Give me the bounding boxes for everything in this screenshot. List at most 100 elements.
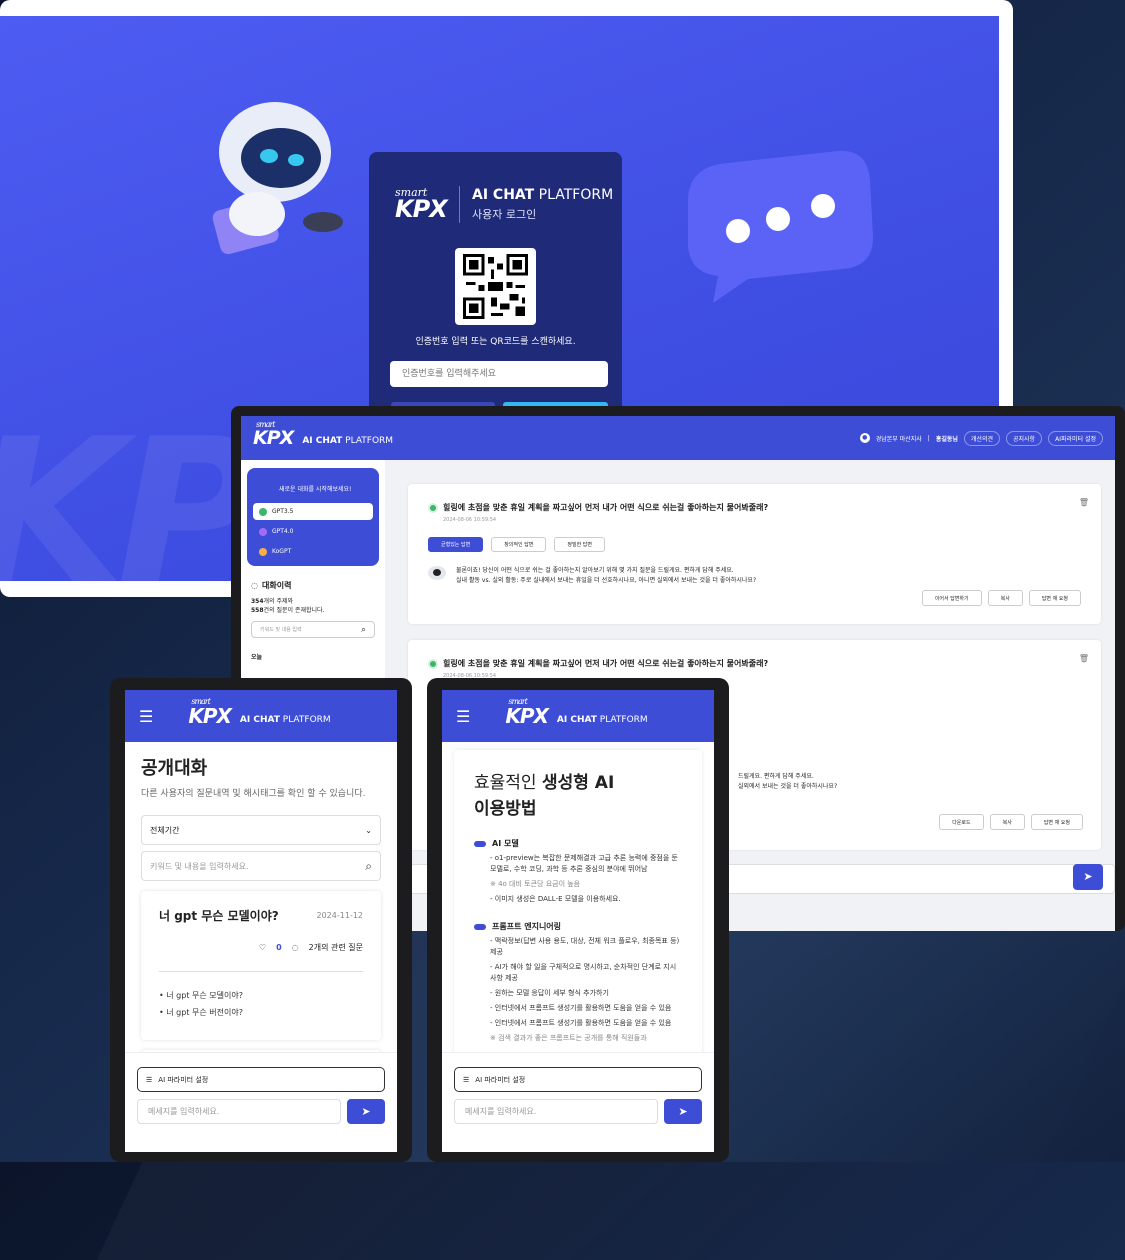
message-input[interactable]: 메세지를 입력하세요.: [137, 1099, 341, 1124]
chat-bubble-icon: [688, 150, 874, 303]
phone-guide: ☰ smart KPX AI CHAT PLATFORM 효율적인 생성형 AI 이…: [427, 678, 729, 1162]
guide-line: - AI가 해야 할 일을 구체적으로 명시하고, 순차적인 단계로 지시사항 …: [490, 963, 677, 982]
section-ai-model: AI 모델: [474, 838, 682, 849]
question-text: 힐링에 초점을 맞춘 휴일 계획을 짜고싶어 먼저 내가 어떤 식으로 쉬는걸 …: [428, 658, 1081, 669]
phone-header: ☰ smart KPX AI CHAT PLATFORM: [125, 690, 397, 742]
guide-line: ※ 4o 대비 토큰당 요금이 높음: [490, 880, 581, 888]
menu-icon[interactable]: ☰: [456, 707, 470, 726]
guide-line: ※ 검색 결과가 좋은 프롬프트는 공개를 통해 직원들과: [490, 1034, 647, 1042]
guide-box: 효율적인 생성형 AI 이용방법 AI 모델 - o1-preview는 복잡한 …: [454, 750, 702, 1080]
related-item[interactable]: • 너 gpt 무슨 버전이야?: [159, 1007, 363, 1018]
search-icon: ⌕: [365, 858, 372, 873]
desktop-header: smart KPX AI CHAT PLATFORM ● 경남본부 마산지사 | …: [241, 416, 1115, 460]
answer-actions: 이어서 답변하기 복사 답변 재 요청: [428, 590, 1081, 606]
auth-code-input[interactable]: [390, 361, 608, 387]
tab-creative[interactable]: 창의적인 답변: [491, 537, 547, 552]
model-gpt40[interactable]: GPT4.0: [253, 523, 373, 540]
trash-icon[interactable]: 🗑: [1079, 654, 1089, 663]
regenerate-button[interactable]: 답변 재 요청: [1030, 814, 1083, 830]
login-brand: smart KPX AI CHAT PLATFORM 사용자 로그인: [395, 186, 613, 223]
answer-actions: 다운로드 복사 답변 재 요청: [939, 814, 1083, 830]
gpt-icon: [259, 527, 267, 536]
answer-text: 드릴게요. 편하게 답해 주세요. 실외에서 보내는 것을 더 좋아하시나요?: [738, 773, 838, 790]
feedback-button[interactable]: 개선의견: [963, 430, 1000, 446]
card-title: 너 gpt 무슨 모델이야?: [159, 909, 279, 923]
ai-param-button[interactable]: ☰ AI 파라미터 설정: [137, 1067, 385, 1092]
ai-param-button[interactable]: ☰ AI 파라미터 설정: [454, 1067, 702, 1092]
search-icon: ⌕: [360, 624, 366, 635]
header-logo[interactable]: smart KPX AI CHAT PLATFORM: [188, 697, 331, 728]
app-title: AI CHAT PLATFORM: [556, 715, 648, 725]
guide-title: 효율적인 생성형 AI 이용방법: [474, 773, 615, 819]
logo-text: smart KPX: [505, 697, 549, 728]
user-avatar-icon: ●: [859, 433, 870, 443]
answer-tabs: 균형있는 답변 창의적인 답변 정밀한 답변: [428, 537, 1081, 552]
chat-icon: ◌: [291, 943, 299, 952]
sliders-icon: ☰: [463, 1075, 470, 1084]
kpx-logo: smart KPX: [395, 186, 460, 223]
download-button[interactable]: 다운로드: [939, 814, 984, 830]
card-date: 2024-11-12: [316, 911, 364, 920]
public-chat-card[interactable]: 너 gpt 무슨 모델이야? 2024-11-12 ♡ 0 ◌ 2개의 관련 질문 •…: [141, 891, 381, 1040]
today-group[interactable]: 오늘: [241, 644, 385, 669]
send-icon[interactable]: ➤: [664, 1099, 702, 1124]
chat-icon: ◌: [251, 581, 258, 590]
user-org: 경남본부 마산지사: [875, 435, 922, 443]
logo-text: KPX: [395, 195, 448, 223]
kogpt-icon: [259, 547, 267, 556]
trash-icon[interactable]: 🗑: [1079, 498, 1089, 507]
model-gpt35[interactable]: GPT3.5: [253, 503, 373, 520]
header-logo[interactable]: smart KPX AI CHAT PLATFORM: [253, 420, 393, 449]
guide-line: - 인터넷에서 프롬프트 생성기를 활용하면 도움을 얻을 수 있음: [490, 1004, 672, 1012]
model-kogpt[interactable]: KoGPT: [253, 543, 373, 560]
answer: 물론이죠! 당신이 어떤 식으로 쉬는 걸 좋아하는지 알아보기 위해 몇 가지…: [428, 566, 1081, 586]
message-bar: 메세지를 입력하세요. ➤: [454, 1099, 702, 1124]
regenerate-button[interactable]: 답변 재 요청: [1028, 590, 1081, 606]
tab-precise[interactable]: 정밀한 답변: [554, 537, 605, 552]
login-hint: 인증번호 입력 또는 QR코드를 스캔하세요.: [415, 337, 576, 347]
like-count: 0: [276, 943, 282, 952]
gpt-icon: [259, 507, 267, 516]
card-meta: ♡ 0 ◌ 2개의 관련 질문: [159, 942, 363, 953]
logo-small-text: smart: [256, 420, 275, 429]
tab-balanced[interactable]: 균형있는 답변: [428, 537, 484, 552]
menu-icon[interactable]: ☰: [139, 707, 153, 726]
continue-button[interactable]: 이어서 답변하기: [921, 590, 982, 606]
history-count: 354개의 주제와 558건의 질문이 존재합니다.: [251, 598, 325, 614]
message-bar: 메세지를 입력하세요. ➤: [137, 1099, 385, 1124]
toggle-icon: [474, 923, 486, 930]
period-select[interactable]: 전체기간 ⌄: [141, 815, 381, 845]
logo-small-text: smart: [508, 697, 527, 706]
phone-bottom-bar: ☰ AI 파라미터 설정 메세지를 입력하세요. ➤: [442, 1052, 714, 1152]
history-heading: ◌ 대화이력: [251, 581, 292, 590]
ai-param-button[interactable]: AI파라미터 설정: [1048, 430, 1103, 446]
app-title: AI CHAT PLATFORM: [239, 715, 331, 725]
logo-small-text: smart: [191, 697, 210, 706]
header-logo[interactable]: smart KPX AI CHAT PLATFORM: [505, 697, 648, 728]
toggle-icon: [474, 840, 486, 847]
notice-button[interactable]: 공지사항: [1006, 430, 1043, 446]
page-title: 공개대화: [141, 758, 208, 779]
new-chat-label[interactable]: 새로운 대화를 시작해보세요!: [253, 476, 373, 500]
message-input[interactable]: 메세지를 입력하세요.: [454, 1099, 658, 1124]
question-datetime: 2024-08-06 10:59:54: [443, 517, 497, 523]
copy-button[interactable]: 복사: [987, 590, 1023, 606]
phone-screen: ☰ smart KPX AI CHAT PLATFORM 공개대화 다른 사용자의…: [125, 690, 397, 1152]
send-icon[interactable]: ➤: [1073, 864, 1103, 890]
heart-icon[interactable]: ♡: [259, 943, 266, 952]
answer-text: 물론이죠! 당신이 어떤 식으로 쉬는 걸 좋아하는지 알아보기 위해 몇 가지…: [456, 567, 757, 584]
section-prompt: 프롬프트 엔지니어링: [474, 921, 682, 932]
guide-line: - 인터넷에서 프롬프트 생성기를 활용하면 도움을 얻을 수 있음: [490, 1019, 672, 1027]
phone-public-chat: ☰ smart KPX AI CHAT PLATFORM 공개대화 다른 사용자의…: [110, 678, 412, 1162]
send-icon[interactable]: ➤: [347, 1099, 385, 1124]
divider: |: [927, 434, 930, 442]
logo-text: smart KPX: [253, 420, 294, 449]
copy-button[interactable]: 복사: [989, 814, 1025, 830]
related-item[interactable]: • 너 gpt 무슨 모델이야?: [159, 990, 363, 1001]
history-search-input[interactable]: 키워드 및 내용 입력 ⌕: [251, 621, 375, 638]
login-title: AI CHAT PLATFORM: [472, 187, 614, 203]
login-subtitle: 사용자 로그인: [472, 208, 537, 221]
new-chat-panel: 새로운 대화를 시작해보세요! GPT3.5 GPT4.0 KoGPT: [247, 468, 379, 566]
search-input[interactable]: 키워드 및 내용을 입력하세요. ⌕: [141, 851, 381, 881]
gpt-icon: [428, 658, 438, 669]
